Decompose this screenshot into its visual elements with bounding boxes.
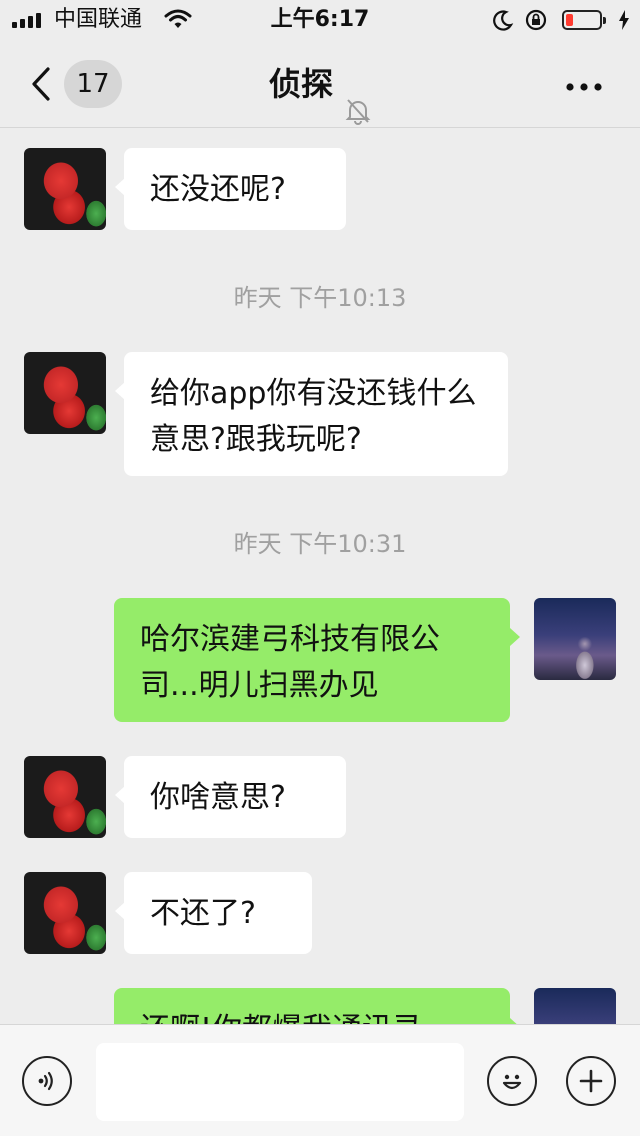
message-text: 哈尔滨建弓科技有限公司...明儿扫黑办见 — [140, 622, 440, 703]
chat-title: 侦探 — [268, 65, 333, 103]
status-bar: 中国联通 上午6:17 — [0, 0, 640, 40]
message-text: 还啊!你都爆我通讯录 — [140, 1012, 422, 1024]
message-bubble-incoming[interactable]: 还没还呢? — [115, 148, 346, 230]
contact-avatar[interactable] — [24, 872, 106, 954]
voice-input-button[interactable] — [22, 1056, 72, 1106]
contact-avatar[interactable] — [24, 148, 106, 230]
message-input-bar — [0, 1024, 640, 1136]
message-timestamp: 昨天 下午10:13 — [233, 284, 407, 312]
unread-count-badge[interactable]: 17 — [64, 60, 122, 108]
emoji-button[interactable] — [487, 1056, 537, 1106]
message-text: 你啥意思? — [150, 780, 286, 815]
message-text: 还没还呢? — [150, 172, 286, 207]
contact-avatar[interactable] — [24, 756, 106, 838]
message-text: 不还了? — [150, 896, 256, 931]
message-bubble-outgoing[interactable]: 哈尔滨建弓科技有限公司...明儿扫黑办见 — [114, 598, 520, 722]
message-bubble-incoming[interactable]: 给你app你有没还钱什么意思?跟我玩呢? — [115, 352, 508, 476]
contact-avatar[interactable] — [24, 352, 106, 434]
message-timestamp: 昨天 下午10:31 — [233, 530, 407, 558]
plus-icon — [579, 1069, 603, 1097]
voice-icon — [36, 1069, 58, 1097]
message-bubble-incoming[interactable]: 不还了? — [115, 872, 312, 954]
message-bubble-incoming[interactable]: 你啥意思? — [115, 756, 346, 838]
message-text-input[interactable] — [96, 1043, 464, 1121]
rotation-lock-icon — [524, 8, 548, 36]
chevron-left-icon — [30, 66, 52, 106]
chat-message-list[interactable]: 还没还呢? 昨天 下午10:13 给你app你有没还钱什么意思?跟我玩呢? 昨天… — [0, 128, 640, 1024]
battery-icon — [562, 10, 606, 30]
more-functions-button[interactable] — [566, 1056, 616, 1106]
message-text: 给你app你有没还钱什么意思?跟我玩呢? — [150, 376, 477, 457]
bell-slash-icon — [345, 70, 371, 125]
user-avatar[interactable] — [534, 598, 616, 680]
user-avatar[interactable] — [534, 988, 616, 1024]
more-dots-icon[interactable] — [566, 78, 602, 91]
moon-icon — [492, 9, 514, 35]
message-bubble-outgoing[interactable]: 还啊!你都爆我通讯录 — [114, 988, 520, 1024]
charging-icon — [618, 10, 630, 34]
chat-nav-bar: 17 侦探 — [0, 40, 640, 128]
emoji-icon — [497, 1066, 527, 1100]
